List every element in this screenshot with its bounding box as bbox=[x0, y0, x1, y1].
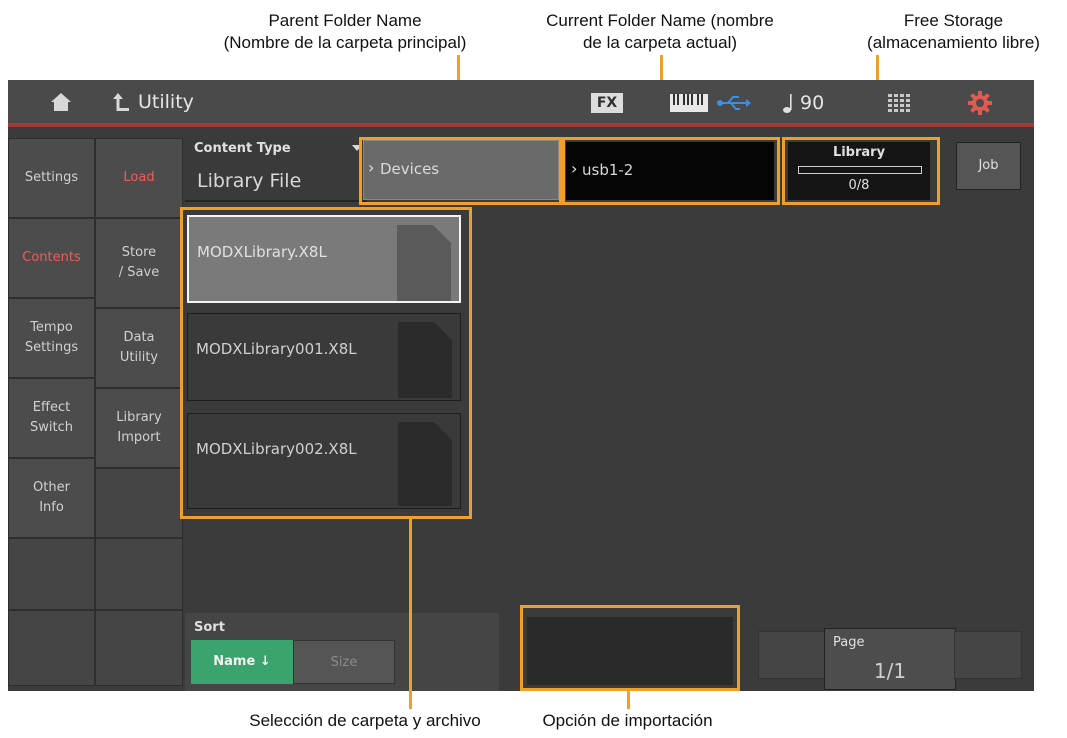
annotation-line: Current Folder Name (nombre bbox=[546, 11, 774, 30]
subtab-library-import[interactable]: Library Import bbox=[95, 388, 183, 468]
content-type-label: Content Type bbox=[194, 141, 291, 156]
annotation-line: (Nombre de la carpeta principal) bbox=[223, 33, 467, 52]
fx-button[interactable]: FX bbox=[591, 93, 623, 113]
leader-line bbox=[627, 691, 630, 709]
annotation-line: Parent Folder Name bbox=[268, 11, 422, 30]
grid-icon[interactable] bbox=[888, 94, 910, 112]
home-icon[interactable] bbox=[50, 92, 72, 114]
highlight-parent-folder bbox=[359, 137, 562, 205]
tab-empty bbox=[8, 538, 95, 610]
usb-icon bbox=[716, 94, 752, 112]
tab-tempo-settings[interactable]: Tempo Settings bbox=[8, 298, 95, 378]
sort-name-button[interactable]: Name ↓ bbox=[191, 640, 293, 684]
highlight-current-folder bbox=[562, 137, 780, 205]
subtab-store-save[interactable]: Store / Save bbox=[95, 218, 183, 308]
tab-settings[interactable]: Settings bbox=[8, 138, 95, 218]
subtab-empty bbox=[95, 468, 183, 538]
sort-size-button[interactable]: Size bbox=[293, 640, 395, 684]
annotation-free-storage: Free Storage (almacenamiento libre) bbox=[840, 10, 1067, 54]
tempo-value[interactable]: 90 bbox=[800, 92, 824, 114]
annotation-line: de la carpeta actual) bbox=[582, 33, 738, 52]
top-bar: Utility FX 90 bbox=[8, 80, 1034, 127]
highlight-import-option bbox=[520, 605, 740, 691]
job-button[interactable]: Job bbox=[956, 142, 1021, 190]
back-arrow-icon[interactable] bbox=[112, 92, 132, 114]
page-prev-button[interactable] bbox=[758, 631, 826, 679]
tab-empty bbox=[8, 610, 95, 686]
subtab-data-utility[interactable]: Data Utility bbox=[95, 308, 183, 388]
tab-other-info[interactable]: Other Info bbox=[8, 458, 95, 538]
subtab-empty bbox=[95, 610, 183, 686]
annotation-import-option: Opción de importación bbox=[542, 711, 713, 730]
highlight-free-storage bbox=[782, 137, 940, 205]
page-value: 1/1 bbox=[873, 659, 907, 683]
page-title: Utility bbox=[138, 91, 194, 113]
page-indicator: Page 1/1 bbox=[824, 628, 956, 690]
sort-panel: Sort Name ↓ Size bbox=[185, 613, 499, 691]
leader-line bbox=[409, 519, 412, 709]
gear-icon[interactable] bbox=[968, 91, 992, 115]
page-next-button[interactable] bbox=[954, 631, 1022, 679]
tab-contents[interactable]: Contents bbox=[8, 218, 95, 298]
highlight-file-list bbox=[180, 207, 472, 519]
annotation-current-folder: Current Folder Name (nombre de la carpet… bbox=[520, 10, 800, 54]
annotation-parent-folder: Parent Folder Name (Nombre de la carpeta… bbox=[185, 10, 505, 54]
keyboard-icon[interactable] bbox=[670, 94, 708, 112]
annotation-line: Free Storage bbox=[903, 11, 1004, 30]
annotation-folder-file-selection: Selección de carpeta y archivo bbox=[249, 711, 481, 730]
sort-label: Sort bbox=[194, 620, 225, 635]
annotation-line: (almacenamiento libre) bbox=[867, 33, 1040, 52]
subtab-empty bbox=[95, 538, 183, 610]
content-type-value: Library File bbox=[197, 170, 302, 192]
content-type-selector[interactable]: Content Type Library File bbox=[185, 138, 367, 202]
subtab-load[interactable]: Load bbox=[95, 138, 183, 218]
tab-effect-switch[interactable]: Effect Switch bbox=[8, 378, 95, 458]
note-icon bbox=[782, 92, 794, 114]
page-label: Page bbox=[833, 635, 865, 650]
